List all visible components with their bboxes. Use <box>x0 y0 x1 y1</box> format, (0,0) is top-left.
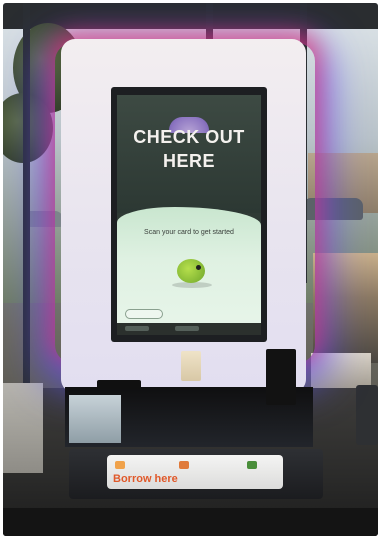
kiosk-photo: CHECK OUT HERE Scan your card to get sta… <box>3 3 378 536</box>
scan-card-prompt: Scan your card to get started <box>144 229 234 236</box>
receipt-slot <box>97 380 141 389</box>
headline-line-2: HERE <box>162 151 215 171</box>
kiosk-screen[interactable]: CHECK OUT HERE Scan your card to get sta… <box>117 95 261 335</box>
payment-device <box>356 385 378 445</box>
logo-mark <box>179 461 189 469</box>
background-papers <box>311 353 371 388</box>
logo-mark <box>115 461 125 469</box>
headline-line-1: CHECK OUT <box>133 127 245 147</box>
background-shelf <box>313 253 378 363</box>
mascot-icon <box>177 259 205 283</box>
screen-bar-button[interactable] <box>175 326 199 331</box>
pamphlet-stack <box>3 383 43 473</box>
mascot-eye <box>196 265 201 270</box>
screen-option-button[interactable] <box>125 309 163 319</box>
window-mullion <box>23 3 30 383</box>
card-slot[interactable] <box>266 349 296 405</box>
screen-bar-button[interactable] <box>125 326 149 331</box>
checkout-headline: CHECK OUT HERE <box>117 125 261 173</box>
counter-edge <box>3 508 378 536</box>
borrow-here-label: Borrow here <box>113 473 178 485</box>
logo-mark <box>247 461 257 469</box>
card-reader[interactable] <box>181 351 201 381</box>
scanner-reflection <box>69 395 121 443</box>
